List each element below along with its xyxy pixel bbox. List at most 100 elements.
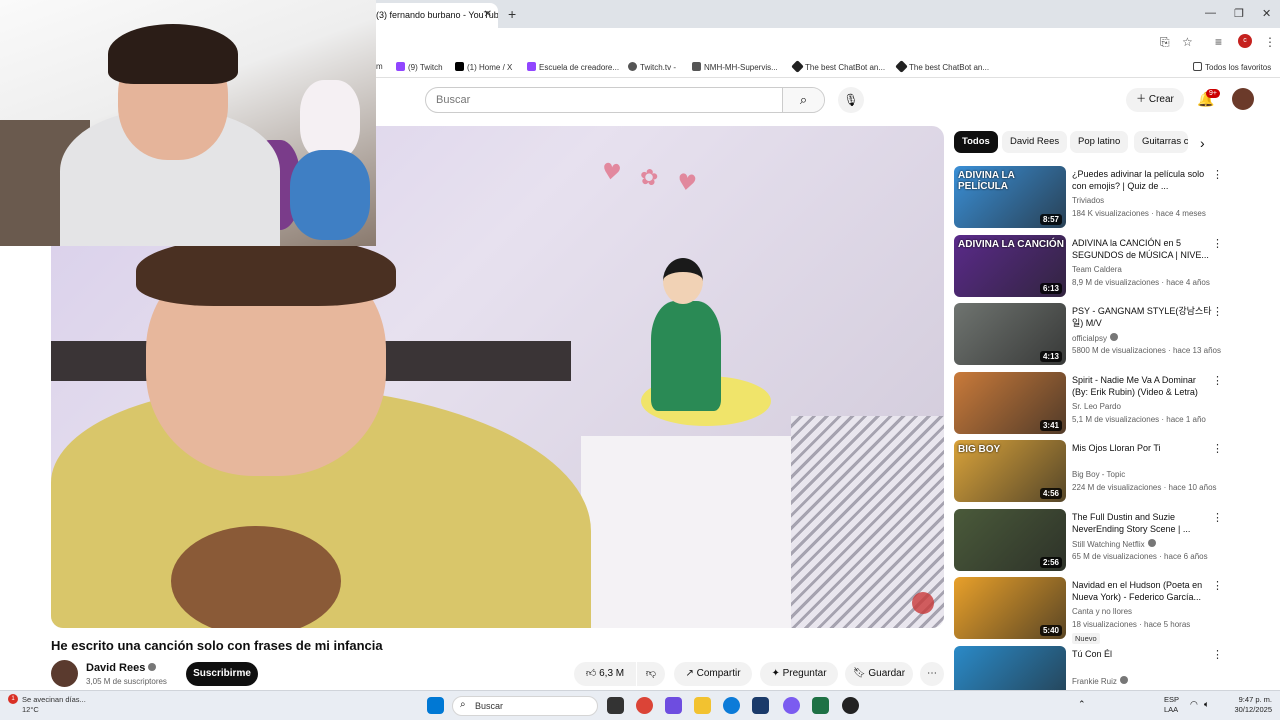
recommendation-channel[interactable]: Frankie Ruiz xyxy=(1072,675,1128,686)
recommendation-channel[interactable]: Team Caldera xyxy=(1072,265,1122,274)
more-vert-icon[interactable]: ⋮ xyxy=(1212,579,1223,592)
chatbot-icon xyxy=(895,60,908,73)
more-vert-icon[interactable]: ⋮ xyxy=(1212,305,1223,318)
recommendation-item[interactable]: 2:56 The Full Dustin and Suzie NeverEndin… xyxy=(954,508,1264,573)
close-window-icon[interactable]: ✕ xyxy=(1262,7,1271,20)
more-vert-icon[interactable]: ⋮ xyxy=(1212,168,1223,181)
store-icon[interactable] xyxy=(752,697,769,714)
messenger-icon[interactable] xyxy=(783,697,800,714)
recommendation-title[interactable]: ¿Puedes adivinar la película solo con em… xyxy=(1072,168,1212,192)
search-input[interactable]: Buscar xyxy=(436,94,470,106)
recommendation-item[interactable]: ADIVINA LA CANCIÓN 6:13 ADIVINA la CANCIÓN… xyxy=(954,234,1264,299)
recommendation-channel[interactable]: officialpsy xyxy=(1072,333,1118,343)
video-thumbnail[interactable]: 4:13 xyxy=(954,303,1066,365)
share-button[interactable]: ↗ Compartir xyxy=(674,662,752,686)
video-thumbnail[interactable]: 5:40 xyxy=(954,577,1066,639)
recommendation-channel[interactable]: Still Watching Netflix xyxy=(1072,538,1156,549)
more-vert-icon[interactable]: ⋮ xyxy=(1264,35,1276,49)
task-view-icon[interactable] xyxy=(607,697,624,714)
more-vert-icon[interactable]: ⋮ xyxy=(1212,237,1223,250)
channel-avatar[interactable] xyxy=(51,660,78,687)
new-tab-button[interactable]: + xyxy=(508,6,516,22)
more-vert-icon[interactable]: ⋮ xyxy=(1212,374,1223,387)
obs-icon[interactable] xyxy=(842,697,859,714)
recommendation-item[interactable]: 4:13 PSY - GANGNAM STYLE(강남스타일) M/V offici… xyxy=(954,303,1264,367)
recommendation-title[interactable]: ADIVINA la CANCIÓN en 5 SEGUNDOS de MÚSI… xyxy=(1072,237,1212,261)
recommendation-title[interactable]: Spirit - Nadie Me Va A Dominar (By: Erik… xyxy=(1072,374,1212,398)
recommendation-item[interactable]: ADIVINA LA PELÍCULA 8:57 ¿Puedes adivinar … xyxy=(954,166,1264,230)
recommendation-channel[interactable]: Canta y no llores xyxy=(1072,607,1132,616)
avatar[interactable] xyxy=(1232,88,1254,110)
like-button[interactable]: 👍︎ 6,3 M xyxy=(574,662,636,686)
edge-icon[interactable] xyxy=(723,697,740,714)
video-thumbnail[interactable]: ADIVINA LA PELÍCULA 8:57 xyxy=(954,166,1066,228)
file-explorer-icon[interactable] xyxy=(694,697,711,714)
bookmark-item[interactable]: m xyxy=(376,62,383,71)
more-vert-icon[interactable]: ⋮ xyxy=(1212,442,1223,455)
bookmark-item[interactable]: NMH-MH-Supervis... xyxy=(692,62,778,72)
recommendation-item[interactable]: 3:41 Spirit - Nadie Me Va A Dominar (By: … xyxy=(954,371,1264,436)
windows-start-icon[interactable] xyxy=(427,697,444,714)
recommendation-item[interactable]: 5:40 Navidad en el Hudson (Poeta en Nueva… xyxy=(954,577,1264,644)
video-thumbnail[interactable]: ADIVINA LA CANCIÓN 6:13 xyxy=(954,234,1066,297)
clock[interactable]: 9:47 p. m. 30/12/2025 xyxy=(1228,695,1272,715)
taskbar-search[interactable]: Buscar xyxy=(452,696,598,716)
close-icon[interactable]: ✕ xyxy=(484,9,492,20)
save-button[interactable]: 🔖︎ Guardar xyxy=(845,662,913,686)
search-box[interactable]: Buscar ⌕ xyxy=(425,87,825,113)
chip-guitarras[interactable]: Guitarras c xyxy=(1134,131,1188,153)
copilot-icon[interactable] xyxy=(665,697,682,714)
create-button[interactable]: ＋ Crear xyxy=(1126,88,1184,112)
more-vert-icon[interactable]: ⋮ xyxy=(1212,648,1223,661)
cast-icon[interactable]: ⎘ xyxy=(1160,35,1170,50)
bookmark-item[interactable]: The best ChatBot an... xyxy=(791,60,885,73)
video-thumbnail[interactable]: 2:56 xyxy=(954,508,1066,571)
video-thumbnail[interactable]: 3:41 xyxy=(954,371,1066,434)
recommendation-title[interactable]: Tú Con Él xyxy=(1072,648,1212,660)
browser-tab[interactable]: (3) fernando burbano - YouTube ✕ xyxy=(370,3,498,28)
chevron-up-icon[interactable]: ⌃ xyxy=(1078,699,1086,710)
bookmark-item[interactable]: (1) Home / X xyxy=(455,62,512,72)
recommendation-channel[interactable]: Big Boy - Topic xyxy=(1072,470,1125,479)
subscribe-button[interactable]: Suscribirme xyxy=(186,662,258,686)
recommendation-item[interactable]: BIG BOY 4:56 Mis Ojos Lloran Por Ti Big Boy… xyxy=(954,440,1264,504)
ask-button[interactable]: ✦ Preguntar xyxy=(760,662,838,686)
recommendation-title[interactable]: Navidad en el Hudson (Poeta en Nueva Yor… xyxy=(1072,579,1212,603)
recommendation-title[interactable]: The Full Dustin and Suzie NeverEnding St… xyxy=(1072,511,1212,535)
chevron-right-icon[interactable]: › xyxy=(1200,135,1205,151)
video-thumbnail[interactable]: BIG BOY 4:56 xyxy=(954,440,1066,502)
bookmark-item[interactable]: Escuela de creadore... xyxy=(527,62,619,72)
bookmark-item[interactable]: (9) Twitch xyxy=(396,62,443,72)
bookmark-item[interactable]: The best ChatBot an... xyxy=(895,60,989,73)
star-icon[interactable]: ☆ xyxy=(1182,35,1193,49)
recommendation-title[interactable]: Mis Ojos Lloran Por Ti xyxy=(1072,442,1212,454)
mic-icon[interactable]: 🎙 xyxy=(838,87,864,113)
excel-icon[interactable] xyxy=(812,697,829,714)
bookmark-item[interactable]: Twitch.tv - xyxy=(628,62,676,72)
weather-widget[interactable]: Se avecinan días... 12°C xyxy=(22,695,86,715)
recommendation-title[interactable]: PSY - GANGNAM STYLE(강남스타일) M/V xyxy=(1072,305,1212,329)
chip-pop-latino[interactable]: Pop latino xyxy=(1070,131,1129,153)
minimize-icon[interactable]: — xyxy=(1205,7,1216,19)
globe-icon xyxy=(628,62,637,71)
chrome-icon[interactable] xyxy=(636,697,653,714)
search-icon[interactable]: ⌕ xyxy=(782,88,824,112)
chip-david-rees[interactable]: David Rees xyxy=(1002,131,1068,153)
volume-icon[interactable]: 🔈︎ xyxy=(1204,699,1209,710)
channel-name[interactable]: David Rees xyxy=(86,662,157,674)
wifi-icon[interactable]: ◠ xyxy=(1190,699,1198,710)
more-actions-button[interactable]: ⋯ xyxy=(920,662,944,686)
maximize-icon[interactable]: ❐ xyxy=(1234,7,1244,20)
verified-icon xyxy=(148,663,157,671)
chip-todos[interactable]: Todos xyxy=(954,131,998,153)
all-bookmarks[interactable]: Todos los favoritos xyxy=(1193,62,1271,72)
recommendation-channel[interactable]: Triviados xyxy=(1072,196,1104,205)
dislike-button[interactable]: 👎︎ xyxy=(637,662,665,686)
plush-toy xyxy=(300,80,360,160)
recommendation-channel[interactable]: Sr. Leo Pardo xyxy=(1072,402,1121,411)
profile-button[interactable]: c xyxy=(1238,34,1252,48)
language-indicator[interactable]: ESP LAA xyxy=(1164,695,1179,715)
playlist-icon[interactable]: ≡ xyxy=(1215,35,1222,49)
channel-watermark[interactable] xyxy=(912,592,934,614)
more-vert-icon[interactable]: ⋮ xyxy=(1212,511,1223,524)
